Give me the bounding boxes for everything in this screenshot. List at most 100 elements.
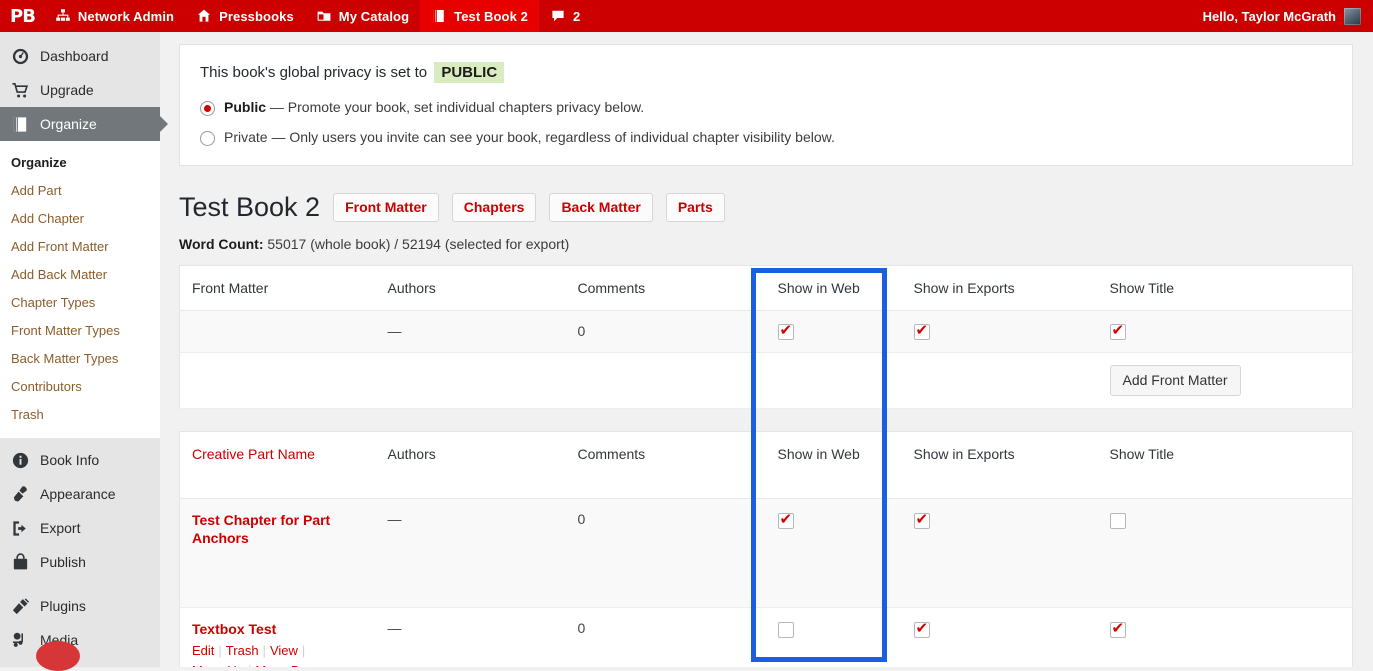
cell-comments[interactable]: 0 [565,498,766,609]
sidebar-item-export[interactable]: Export [0,511,160,545]
tab-back-matter[interactable]: Back Matter [549,192,653,222]
row-action-edit[interactable]: Edit [192,643,214,658]
checkbox-show-in-exports[interactable] [913,321,930,341]
sidebar-item-publish[interactable]: Publish [0,545,160,579]
page-title: Test Book 2 [179,192,321,222]
table-header-row: Front Matter Authors Comments Show in We… [179,265,1353,311]
submenu-item-contributors[interactable]: Contributors [0,373,160,401]
cell-title[interactable] [179,310,376,354]
adminbar-item-comments[interactable]: 2 [539,0,591,32]
table-row: Test Chapter for Part Anchors — 0 [179,498,1353,609]
adminbar-item-pressbooks[interactable]: Pressbooks [185,0,305,32]
cell-comments[interactable]: 0 [565,310,766,354]
cell-authors: — [375,310,566,354]
sidebar-bottom-group: Book Info Appearance Export Publish Plug… [0,438,160,671]
sidebar-item-label: Organize [40,116,97,132]
sidebar-divider [0,579,160,589]
checkbox-show-title[interactable] [1109,619,1126,638]
checkbox-show-in-exports[interactable] [913,510,930,529]
col-authors[interactable]: Authors [375,431,566,500]
radio-public[interactable] [200,101,215,116]
col-show-in-exports[interactable]: Show in Exports [901,431,1098,500]
checkbox-show-in-web[interactable] [777,621,794,638]
sidebar-submenu: Organize Add Part Add Chapter Add Front … [0,141,160,438]
adminbar-item-my-catalog[interactable]: My Catalog [305,0,420,32]
checkbox-show-in-web[interactable] [777,321,794,341]
submenu-item-trash[interactable]: Trash [0,401,160,429]
col-authors[interactable]: Authors [375,265,566,311]
tab-chapters[interactable]: Chapters [451,192,537,222]
folder-icon [317,11,331,21]
row-action-move-down[interactable]: Move Down [255,663,324,667]
sidebar-item-upgrade[interactable]: Upgrade [0,73,160,107]
col-comments[interactable]: Comments [565,431,766,500]
add-front-matter-button[interactable]: Add Front Matter [1109,365,1241,397]
cell-title: Test Chapter for Part Anchors [179,498,376,609]
submenu-item-chapter-types[interactable]: Chapter Types [0,289,160,317]
footer-spacer-5 [901,352,1098,410]
cell-show-in-exports [901,498,1098,609]
sidebar-item-label: Book Info [40,452,100,468]
row-action-trash[interactable]: Trash [226,643,259,658]
privacy-option-private[interactable]: Private — Only users you invite can see … [200,129,1332,146]
checkbox-show-title[interactable] [1109,321,1126,341]
checkbox-show-in-web[interactable] [777,510,794,529]
checkbox-show-title[interactable] [1109,512,1126,529]
sidebar-item-label: Publish [40,554,86,570]
adminbar-label: Test Book 2 [454,8,528,24]
cell-comments[interactable]: 0 [565,607,766,667]
row-actions: Edit|Trash|View| Move Up|Move Down [192,641,376,667]
col-show-title[interactable]: Show Title [1097,431,1353,500]
sidebar-item-book-info[interactable]: Book Info [0,443,160,477]
radio-private[interactable] [200,131,215,146]
tab-front-matter[interactable]: Front Matter [333,192,439,222]
pressbooks-logo[interactable]: PB [0,0,44,32]
submenu-item-add-back-matter[interactable]: Add Back Matter [0,261,160,289]
row-title-link[interactable]: Test Chapter for Part Anchors [192,511,376,547]
part-table: Creative Part Name Authors Comments Show… [179,431,1353,667]
dashboard-icon [12,48,29,64]
sidebar-item-appearance[interactable]: Appearance [0,477,160,511]
sidebar-item-dashboard[interactable]: Dashboard [0,39,160,73]
privacy-option-public[interactable]: Public — Promote your book, set individu… [200,99,1332,116]
sidebar-item-organize[interactable]: Organize [0,107,168,141]
submenu-item-organize[interactable]: Organize [0,149,160,177]
adminbar-item-test-book-2[interactable]: Test Book 2 [420,0,539,32]
submenu-item-add-part[interactable]: Add Part [0,177,160,205]
sidebar-item-media[interactable]: Media [0,623,160,671]
submenu-item-add-front-matter[interactable]: Add Front Matter [0,233,160,261]
row-title-link[interactable]: Textbox Test [192,620,376,638]
submenu-item-back-matter-types[interactable]: Back Matter Types [0,345,160,373]
plugin-icon [12,597,30,614]
footer-spacer-1 [179,352,376,410]
adminbar-item-network-admin[interactable]: Network Admin [44,0,185,32]
book-header: Test Book 2 Front Matter Chapters Back M… [179,192,1353,222]
privacy-public-text: Public — Promote your book, set individu… [224,99,644,115]
checkbox-show-in-exports[interactable] [913,619,930,638]
cell-title: Textbox Test Edit|Trash|View| Move Up|Mo… [179,607,376,667]
privacy-private-label: Private [224,129,268,145]
tab-parts[interactable]: Parts [665,192,725,222]
col-comments[interactable]: Comments [565,265,766,311]
col-show-in-web[interactable]: Show in Web [765,265,902,311]
word-count-label: Word Count: [179,236,264,252]
adminbar-spacer [591,0,1192,32]
row-action-move-up[interactable]: Move Up [192,663,244,667]
col-creative-part-name[interactable]: Creative Part Name [179,431,376,500]
info-icon [12,452,29,468]
col-show-in-web[interactable]: Show in Web [765,431,902,500]
cell-show-in-web [765,498,902,609]
sidebar: Dashboard Upgrade Organize Organize Add … [0,32,168,671]
comment-icon [552,10,564,22]
col-show-title[interactable]: Show Title [1097,265,1353,311]
sidebar-item-plugins[interactable]: Plugins [0,589,160,623]
greeting-text: Hello, Taylor McGrath [1202,8,1336,24]
submenu-item-front-matter-types[interactable]: Front Matter Types [0,317,160,345]
row-action-view[interactable]: View [270,643,298,658]
cell-show-in-web [765,310,902,354]
col-front-matter[interactable]: Front Matter [179,265,376,311]
col-show-in-exports[interactable]: Show in Exports [901,265,1098,311]
table-row: — 0 [179,310,1353,354]
adminbar-account[interactable]: Hello, Taylor McGrath [1193,0,1373,32]
submenu-item-add-chapter[interactable]: Add Chapter [0,205,160,233]
